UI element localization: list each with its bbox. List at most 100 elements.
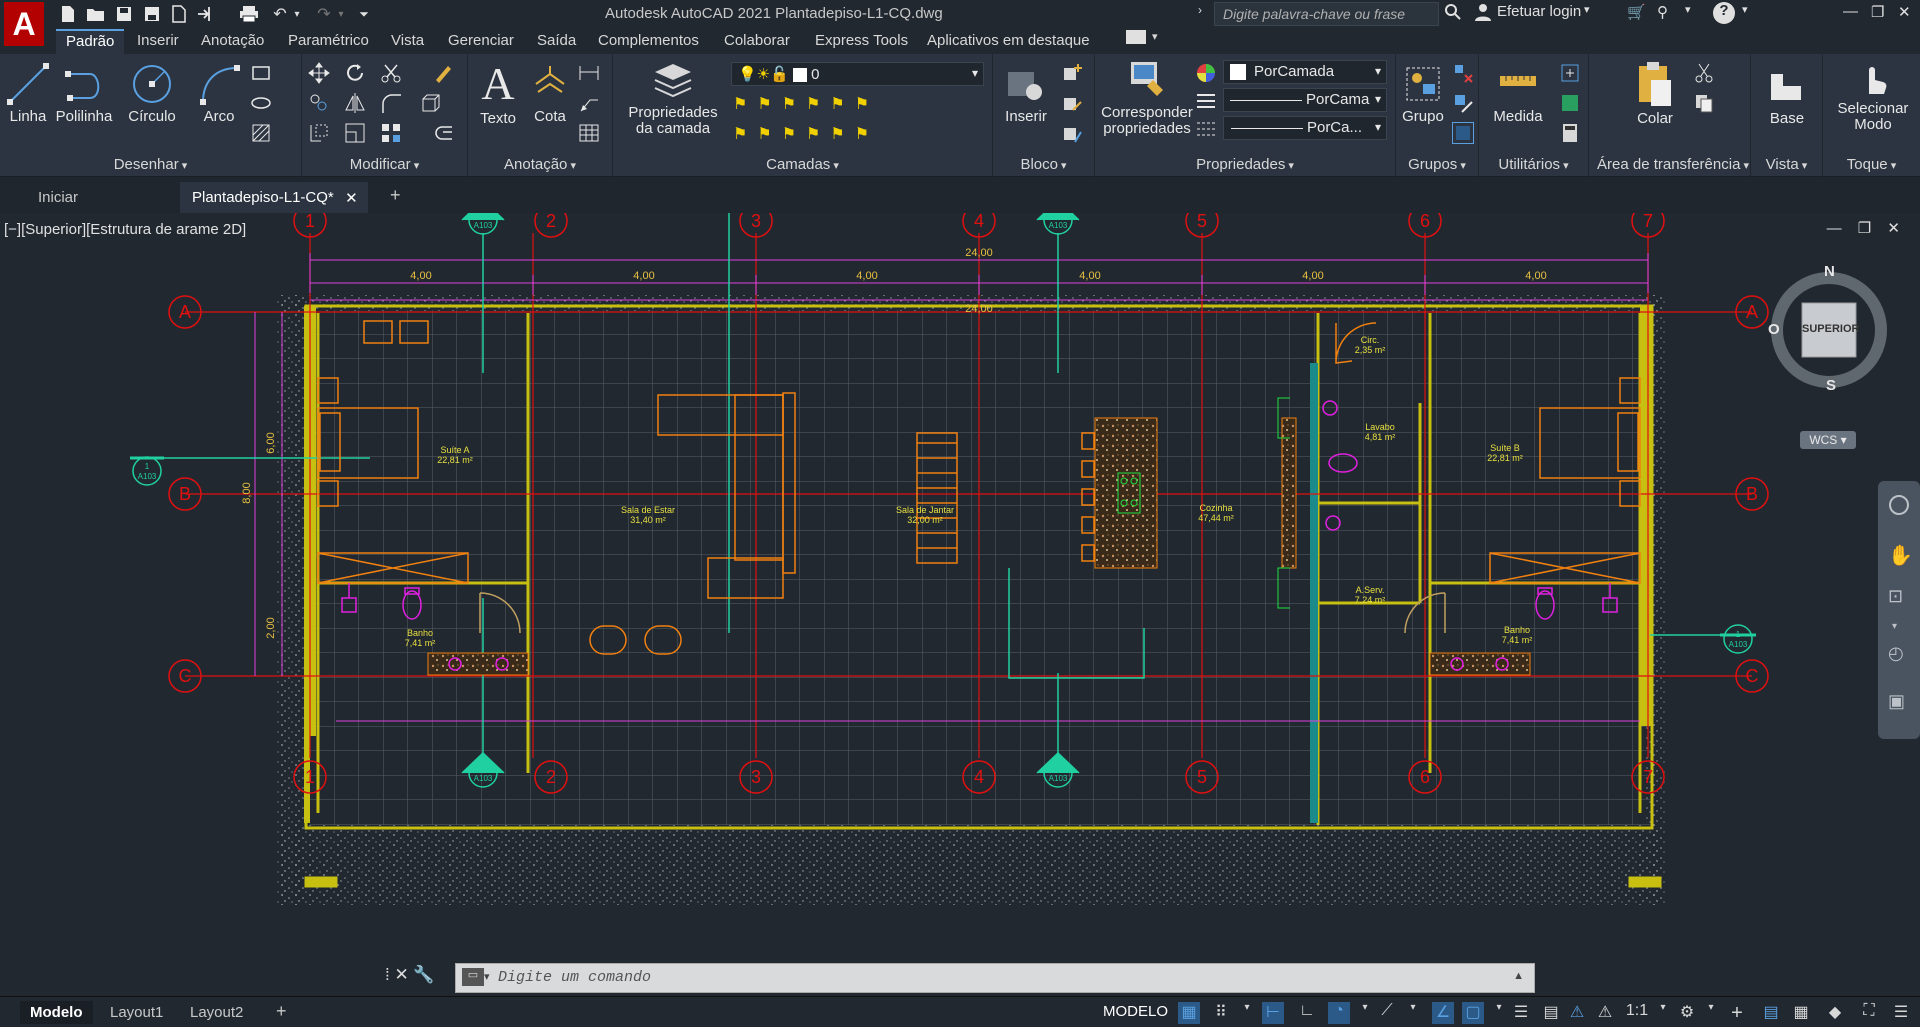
tab-layout1[interactable]: Layout1 xyxy=(100,1001,173,1024)
array-icon[interactable] xyxy=(380,122,402,144)
panel-title-desenhar[interactable]: Desenhar xyxy=(0,156,301,173)
tab-vista[interactable]: Vista xyxy=(391,32,424,49)
command-prompt-icon[interactable]: ▭ xyxy=(462,968,484,986)
print-icon[interactable] xyxy=(237,2,261,26)
fullscreen-icon[interactable]: ⛶ xyxy=(1858,1002,1880,1024)
workspace-gear-icon[interactable]: ⚙ xyxy=(1676,1002,1698,1024)
save-icon[interactable] xyxy=(112,2,136,26)
isolate-objects-icon[interactable]: ◆ xyxy=(1824,1002,1846,1024)
user-icon[interactable] xyxy=(1474,3,1492,25)
group-selection-icon[interactable] xyxy=(1452,122,1474,144)
lineweight-dropdown[interactable]: PorCa... xyxy=(1223,116,1387,140)
autodesk-app-icon[interactable]: ⚲ xyxy=(1657,3,1668,21)
rectangle-icon[interactable] xyxy=(250,62,272,84)
copy-icon[interactable] xyxy=(308,92,330,114)
workspace-dropdown-icon[interactable]: ▾ xyxy=(1700,1002,1722,1024)
web-mobile-save-icon[interactable] xyxy=(193,2,217,26)
wcs-menu[interactable]: WCS ▾ xyxy=(1800,431,1856,449)
dimension-tool[interactable]: Cota xyxy=(530,62,570,126)
stretch-icon[interactable] xyxy=(308,122,330,144)
viewcube-south[interactable]: S xyxy=(1826,377,1836,394)
circle-tool[interactable]: Círculo xyxy=(126,62,178,126)
move-icon[interactable] xyxy=(308,62,330,84)
tab-anotacao[interactable]: Anotação xyxy=(201,32,264,49)
cart-icon[interactable]: 🛒 xyxy=(1627,3,1646,21)
snap-dropdown-icon[interactable]: ▾ xyxy=(1236,1002,1258,1024)
tab-aplicativos[interactable]: Aplicativos em destaque xyxy=(927,32,1090,49)
command-line-handle[interactable]: ⁞ ✕ 🔧 xyxy=(385,965,435,985)
viewport-window-controls[interactable]: — ❐ ✕ xyxy=(1827,219,1906,237)
hatch-icon[interactable] xyxy=(250,122,272,144)
transparency-icon[interactable]: ▤ xyxy=(1540,1002,1562,1024)
paste-tool[interactable]: Colar xyxy=(1633,60,1677,128)
tab-modelo[interactable]: Modelo xyxy=(20,1001,93,1024)
linetype-dropdown[interactable]: PorCama xyxy=(1223,88,1387,112)
dynamic-input-icon[interactable]: ⊢ xyxy=(1262,1002,1284,1024)
ellipse-icon[interactable] xyxy=(250,92,272,114)
autocad-logo-icon[interactable]: A xyxy=(4,2,44,46)
panel-title-vista[interactable]: Vista xyxy=(1751,156,1822,173)
match-properties-tool[interactable]: Corresponder propriedades xyxy=(1099,58,1195,138)
create-block-icon[interactable] xyxy=(1061,62,1083,84)
object-snap-dropdown-icon[interactable]: ▾ xyxy=(1488,1002,1510,1024)
erase-icon[interactable] xyxy=(432,62,454,84)
panel-title-area-transferencia[interactable]: Área de transferência xyxy=(1597,156,1749,173)
search-input[interactable]: Digite palavra-chave ou frase xyxy=(1214,2,1439,26)
edit-attributes-icon[interactable] xyxy=(1061,122,1083,144)
auto-scale-icon[interactable]: ⚠ xyxy=(1594,1002,1616,1024)
help-icon[interactable]: ? xyxy=(1713,2,1735,24)
cut-icon[interactable] xyxy=(1693,62,1715,84)
panel-title-propriedades[interactable]: Propriedades xyxy=(1095,156,1395,173)
leader-icon[interactable] xyxy=(578,92,600,114)
close-icon[interactable]: ✕ xyxy=(1898,3,1911,21)
zoom-extents-icon[interactable]: ⊡ xyxy=(1888,586,1903,607)
color-wheel-icon[interactable] xyxy=(1195,62,1217,84)
ungroup-icon[interactable] xyxy=(1452,62,1474,84)
navigation-bar[interactable]: ✋ ⊡ ▾ ◴ ▣ xyxy=(1878,481,1920,739)
isodraft-icon[interactable]: ⟋ xyxy=(1376,1002,1398,1024)
calculator-icon[interactable] xyxy=(1559,122,1581,144)
polar-dropdown-icon[interactable]: ▾ xyxy=(1354,1002,1376,1024)
undo-dropdown-icon[interactable]: ▾ xyxy=(285,2,309,26)
search-expand-icon[interactable]: › xyxy=(1198,3,1202,17)
search-icon[interactable] xyxy=(1444,3,1462,25)
mirror-icon[interactable] xyxy=(344,92,366,114)
base-view-tool[interactable]: Base xyxy=(1765,64,1809,128)
ribbon-options-icon[interactable]: ▾ xyxy=(1152,30,1158,43)
lineweight-icon[interactable] xyxy=(1195,90,1217,112)
viewcube-top-face[interactable]: SUPERIOR xyxy=(1802,323,1859,335)
select-mode-tool[interactable]: Selecionar Modo xyxy=(1833,58,1913,134)
annotation-monitor-icon[interactable]: + xyxy=(1726,1002,1748,1024)
viewport-controls-label[interactable]: [−][Superior][Estrutura de arame 2D] xyxy=(4,221,246,238)
redo-dropdown-icon[interactable]: ▾ xyxy=(329,2,353,26)
panel-title-modificar[interactable]: Modificar xyxy=(302,156,467,173)
command-input[interactable]: Digite um comando xyxy=(498,969,651,986)
command-line[interactable]: ▭ ▾ Digite um comando ▲ xyxy=(455,963,1535,993)
new-file-icon[interactable] xyxy=(56,2,80,26)
pan-icon[interactable]: ✋ xyxy=(1888,543,1913,568)
tab-layout2[interactable]: Layout2 xyxy=(180,1001,253,1024)
panel-title-utilitarios[interactable]: Utilitários xyxy=(1479,156,1588,173)
copy-clip-icon[interactable] xyxy=(1693,92,1715,114)
tab-padrao[interactable]: Padrão xyxy=(56,29,125,54)
lineweight-display-icon[interactable]: ☰ xyxy=(1510,1002,1532,1024)
panel-title-camadas[interactable]: Camadas xyxy=(613,156,992,173)
linear-dim-icon[interactable] xyxy=(578,62,600,84)
tab-colaborar[interactable]: Colaborar xyxy=(724,32,790,49)
grid-display-icon[interactable]: ▦ xyxy=(1178,1002,1200,1024)
tab-complementos[interactable]: Complementos xyxy=(598,32,699,49)
panel-title-bloco[interactable]: Bloco xyxy=(993,156,1094,173)
quick-properties-icon[interactable]: ▦ xyxy=(1790,1002,1812,1024)
panel-title-grupos[interactable]: Grupos xyxy=(1396,156,1478,173)
select-all-icon[interactable] xyxy=(1559,92,1581,114)
trim-icon[interactable] xyxy=(380,62,402,84)
linetype-icon[interactable] xyxy=(1195,118,1217,140)
restore-icon[interactable]: ❐ xyxy=(1871,3,1884,21)
steering-wheel-icon[interactable] xyxy=(1889,495,1909,515)
tab-gerenciar[interactable]: Gerenciar xyxy=(448,32,514,49)
doc-tab-active[interactable]: Plantadepiso-L1-CQ* ✕ xyxy=(180,182,368,213)
minimize-icon[interactable]: — xyxy=(1843,3,1858,20)
units-icon[interactable]: ▤ xyxy=(1760,1002,1782,1024)
model-space-button[interactable]: MODELO xyxy=(1103,1003,1168,1020)
line-tool[interactable]: Linha xyxy=(6,62,50,126)
